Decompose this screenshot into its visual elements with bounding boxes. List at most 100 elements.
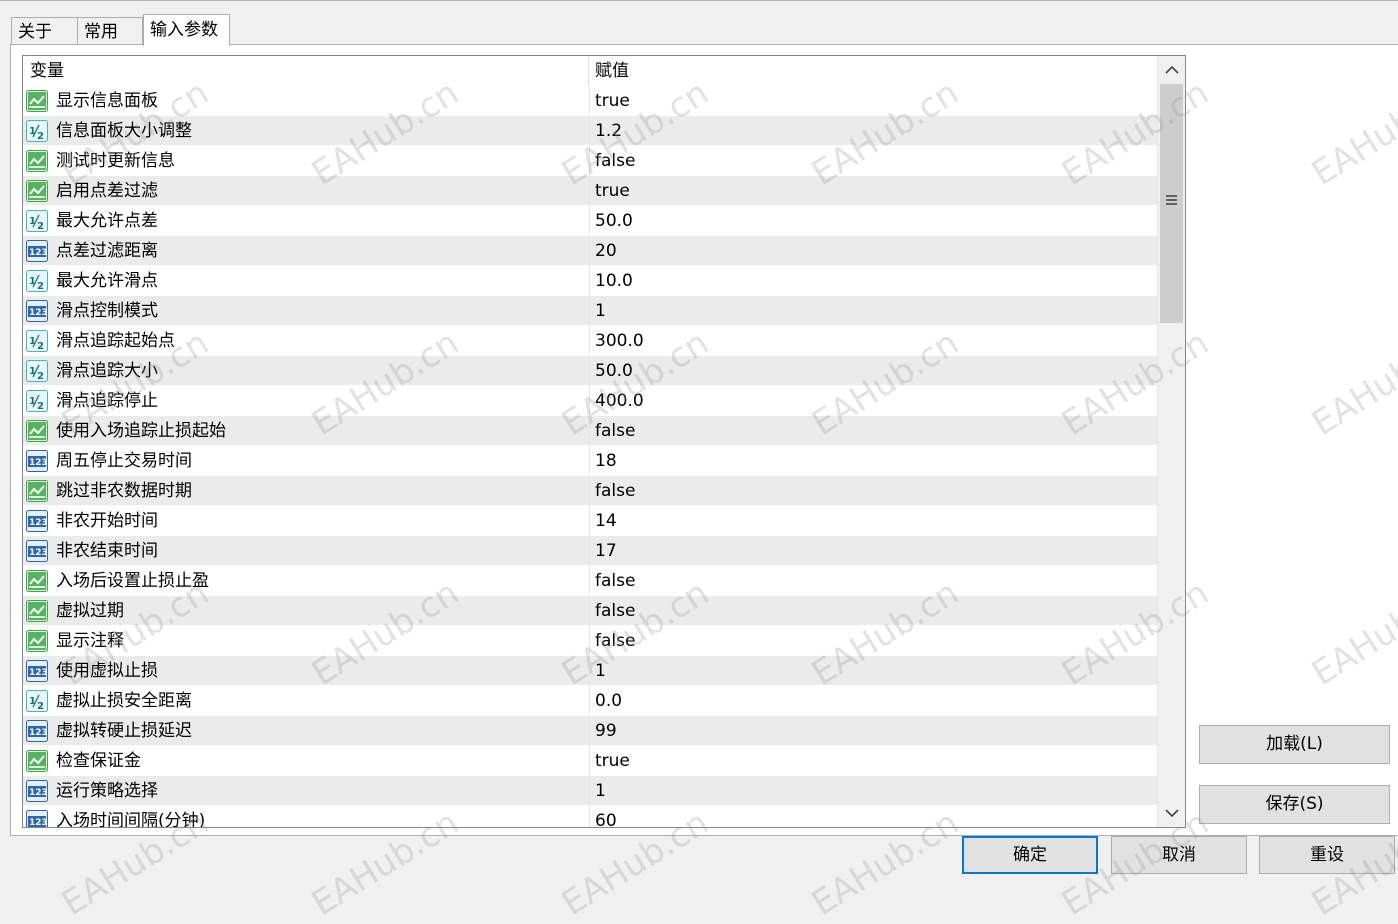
cancel-button[interactable]: 取消 [1111,836,1247,874]
parameter-name: 非农结束时间 [56,541,158,561]
column-separator [589,656,590,686]
parameter-row[interactable]: 123 运行策略选择 1 [23,776,1157,806]
parameter-row[interactable]: 123 使用虚拟止损 1 [23,656,1157,686]
column-separator [589,476,590,506]
load-button[interactable]: 加载(L) [1199,725,1390,764]
tab-common[interactable]: 常用 [77,17,143,45]
parameter-value[interactable]: 1 [595,776,606,806]
parameter-row[interactable]: 测试时更新信息 false [23,146,1157,176]
parameter-row[interactable]: 1 2 滑点追踪停止 400.0 [23,386,1157,416]
parameter-value[interactable]: false [595,596,635,626]
scroll-thumb[interactable] [1160,84,1183,323]
parameter-row[interactable]: 1 2 信息面板大小调整 1.2 [23,116,1157,146]
parameter-name: 启用点差过滤 [56,181,158,201]
reset-button[interactable]: 重设 [1259,836,1395,874]
parameter-row[interactable]: 跳过非农数据时期 false [23,476,1157,506]
parameter-value[interactable]: 1 [595,296,606,326]
parameter-value[interactable]: 50.0 [595,206,633,236]
parameter-row[interactable]: 显示信息面板 true [23,86,1157,116]
parameter-value[interactable]: 17 [595,536,617,566]
double-icon: 12 [26,390,48,412]
svg-text:1: 1 [29,126,36,137]
parameter-name: 显示注释 [56,631,124,651]
parameter-value[interactable]: 300.0 [595,326,644,356]
save-button[interactable]: 保存(S) [1199,785,1390,824]
column-separator [589,206,590,236]
tab-about[interactable]: 关于 [11,17,78,45]
svg-text:123: 123 [29,248,48,258]
parameter-name: 滑点追踪停止 [56,391,158,411]
parameter-value[interactable]: 18 [595,446,617,476]
svg-text:2: 2 [37,131,44,142]
scroll-down-icon[interactable] [1158,799,1185,827]
svg-text:2: 2 [37,221,44,232]
column-separator [589,176,590,206]
parameter-row[interactable]: 123 入场时间间隔(分钟) 60 [23,806,1157,827]
parameter-row[interactable]: 1 2 最大允许滑点 10.0 [23,266,1157,296]
svg-text:1: 1 [29,396,36,407]
parameter-rows: 显示信息面板 true 1 2 信息面板大小调整 1.2 测试时更新信息 false 启用点差过… [23,86,1157,827]
parameter-value[interactable]: 400.0 [595,386,644,416]
svg-text:123: 123 [29,788,48,798]
parameter-value[interactable]: 99 [595,716,617,746]
parameter-value[interactable]: 1 [595,656,606,686]
parameter-name: 跳过非农数据时期 [56,481,192,501]
parameter-row[interactable]: 1 2 滑点追踪大小 50.0 [23,356,1157,386]
column-separator [589,116,590,146]
parameter-value[interactable]: 60 [595,806,617,827]
parameter-row[interactable]: 入场后设置止损止盈 false [23,566,1157,596]
bool-icon [26,570,48,592]
parameter-row[interactable]: 显示注释 false [23,626,1157,656]
parameter-row[interactable]: 1 2 最大允许点差 50.0 [23,206,1157,236]
parameter-row[interactable]: 虚拟过期 false [23,596,1157,626]
parameter-value[interactable]: true [595,86,630,116]
ok-button[interactable]: 确定 [962,836,1098,874]
parameter-value[interactable]: false [595,566,635,596]
parameter-value[interactable]: false [595,146,635,176]
parameter-name: 滑点追踪大小 [56,361,158,381]
parameter-name: 入场后设置止损止盈 [56,571,209,591]
int-icon: 123 [26,660,48,682]
parameter-row[interactable]: 1 2 虚拟止损安全距离 0.0 [23,686,1157,716]
scroll-up-icon[interactable] [1158,56,1185,84]
bool-icon [26,180,48,202]
parameter-value[interactable]: 14 [595,506,617,536]
parameter-name: 最大允许点差 [56,211,158,231]
parameter-value[interactable]: 0.0 [595,686,622,716]
column-separator [589,776,590,806]
parameter-row[interactable]: 123 滑点控制模式 1 [23,296,1157,326]
parameter-value[interactable]: false [595,416,635,446]
tab-input-params[interactable]: 输入参数 [143,14,230,46]
parameter-row[interactable]: 启用点差过滤 true [23,176,1157,206]
parameter-row[interactable]: 123 非农结束时间 17 [23,536,1157,566]
column-header-variable[interactable]: 变量 [23,56,589,86]
parameter-value[interactable]: 20 [595,236,617,266]
svg-text:2: 2 [37,281,44,292]
column-separator [589,746,590,776]
parameter-name: 虚拟止损安全距离 [56,691,192,711]
column-header-value[interactable]: 赋值 [589,56,1157,86]
parameter-name: 运行策略选择 [56,781,158,801]
column-separator [589,266,590,296]
parameter-value[interactable]: false [595,476,635,506]
parameter-value[interactable]: 50.0 [595,356,633,386]
parameter-name: 检查保证金 [56,751,141,771]
parameter-value[interactable]: 1.2 [595,116,622,146]
vertical-scrollbar[interactable] [1157,56,1185,827]
parameter-row[interactable]: 123 点差过滤距离 20 [23,236,1157,266]
double-icon: 12 [26,330,48,352]
bool-icon [26,480,48,502]
parameter-row[interactable]: 检查保证金 true [23,746,1157,776]
parameter-value[interactable]: 10.0 [595,266,633,296]
parameter-value[interactable]: false [595,626,635,656]
parameter-value[interactable]: true [595,176,630,206]
parameter-value[interactable]: true [595,746,630,776]
column-separator [589,236,590,266]
parameter-row[interactable]: 1 2 滑点追踪起始点 300.0 [23,326,1157,356]
svg-text:123: 123 [29,458,48,468]
parameter-row[interactable]: 123 虚拟转硬止损延迟 99 [23,716,1157,746]
parameter-row[interactable]: 使用入场追踪止损起始 false [23,416,1157,446]
parameter-row[interactable]: 123 周五停止交易时间 18 [23,446,1157,476]
parameter-row[interactable]: 123 非农开始时间 14 [23,506,1157,536]
svg-text:2: 2 [37,401,44,412]
